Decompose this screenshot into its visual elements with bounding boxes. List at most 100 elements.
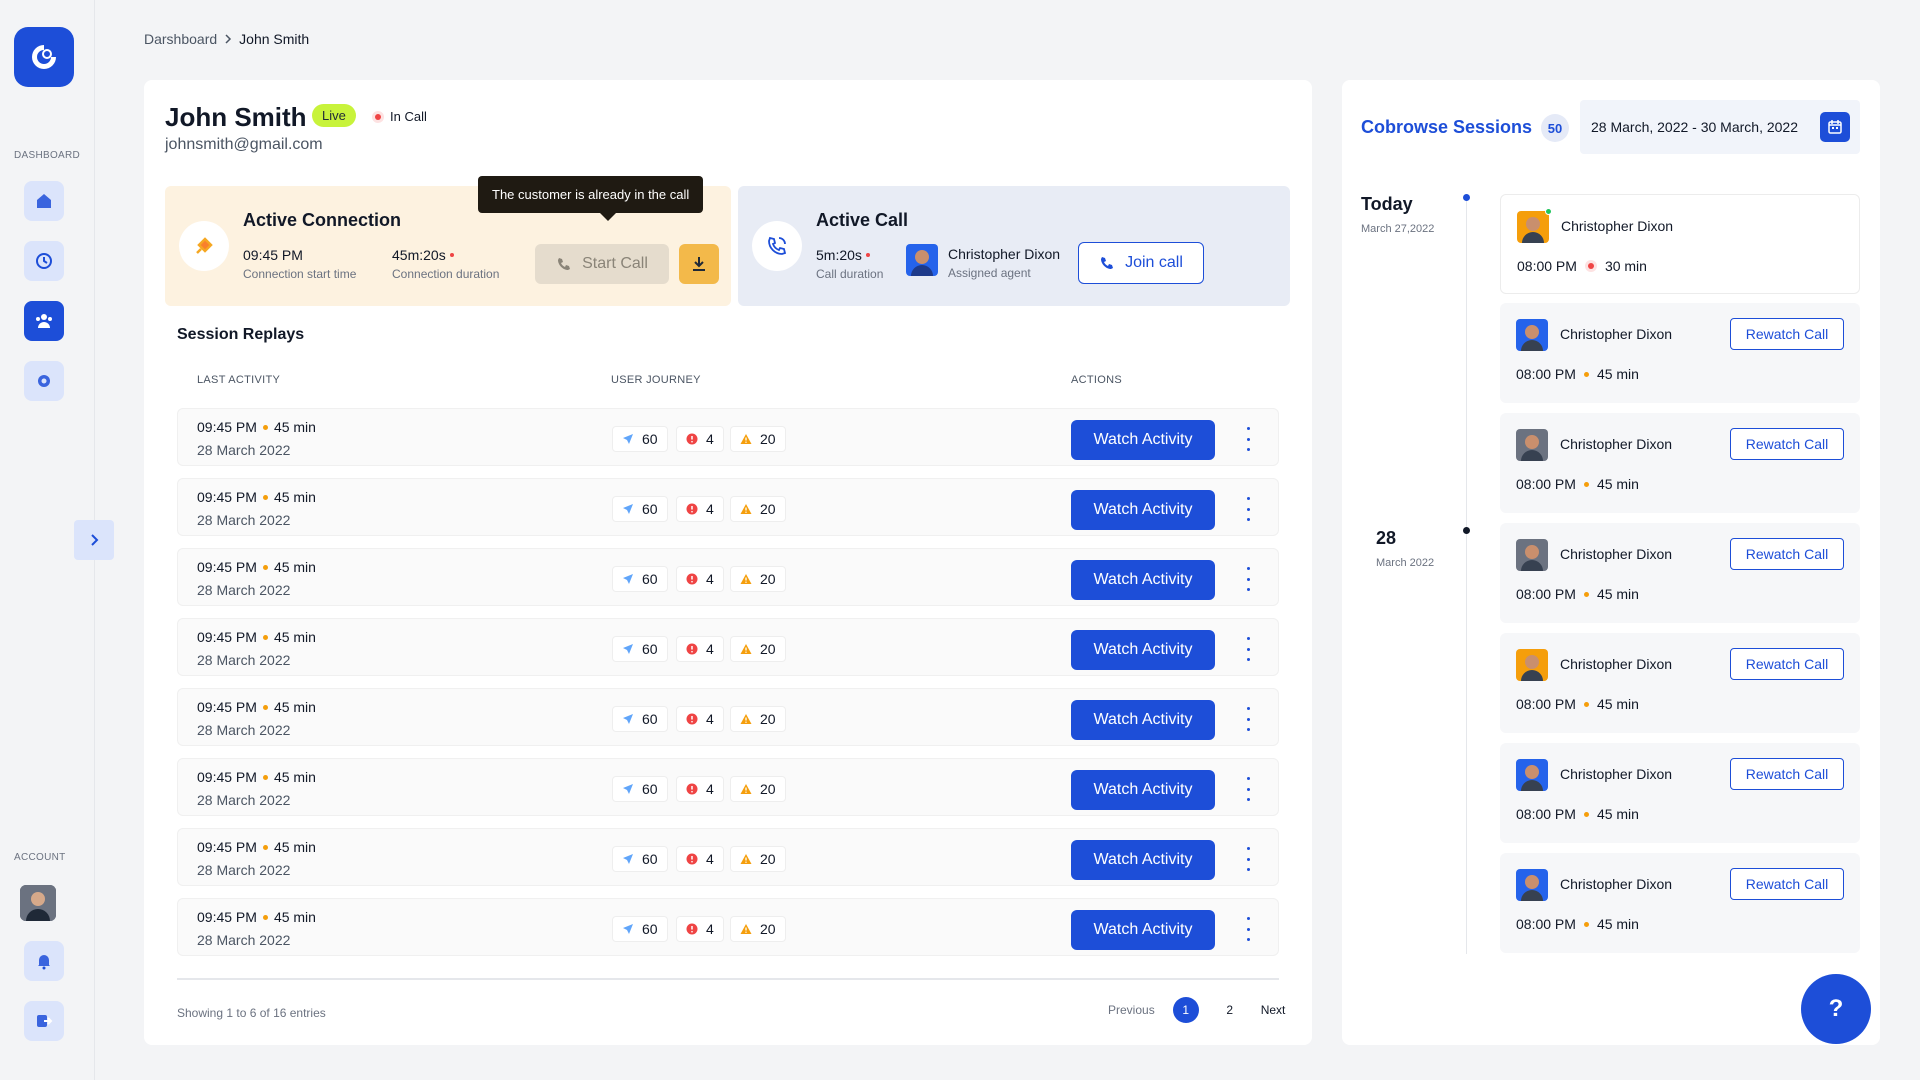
agent-avatar [906, 244, 938, 276]
date-range-picker[interactable]: 28 March, 2022 - 30 March, 2022 [1580, 100, 1860, 154]
join-call-button[interactable]: Join call [1078, 242, 1204, 284]
errors-count: 4 [706, 501, 714, 517]
rewatch-call-button[interactable]: Rewatch Call [1730, 318, 1844, 350]
notifications-button[interactable] [24, 941, 64, 981]
users-icon [36, 314, 52, 328]
watch-activity-button[interactable]: Watch Activity [1071, 700, 1215, 740]
more-options-icon[interactable] [1242, 777, 1254, 801]
calendar-icon [1828, 120, 1842, 134]
row-duration: 45 min [273, 559, 316, 575]
more-options-icon[interactable] [1242, 567, 1254, 591]
cobrowse-session-card: Christopher Dixon 08:00 PM 45 min Rewatch C… [1500, 633, 1860, 733]
row-date: 28 March 2022 [197, 442, 291, 458]
rewatch-call-button[interactable]: Rewatch Call [1730, 758, 1844, 790]
rewatch-call-button[interactable]: Rewatch Call [1730, 648, 1844, 680]
watch-activity-button[interactable]: Watch Activity [1071, 630, 1215, 670]
breadcrumb-root[interactable]: Darshboard [144, 31, 217, 47]
error-icon [686, 503, 698, 515]
agent-avatar [1516, 869, 1548, 901]
more-options-icon[interactable] [1242, 917, 1254, 941]
plug-icon [196, 237, 213, 254]
dot-icon [262, 634, 268, 640]
watch-activity-button[interactable]: Watch Activity [1071, 910, 1215, 950]
clicks-chip: 60 [612, 426, 668, 452]
clicks-chip: 60 [612, 916, 668, 942]
errors-chip: 4 [676, 706, 724, 732]
showing-entries: Showing 1 to 6 of 16 entries [177, 1006, 326, 1020]
row-date: 28 March 2022 [197, 512, 291, 528]
recording-dot-icon [372, 110, 384, 123]
sidebar-item-settings[interactable] [24, 361, 64, 401]
call-status: In Call [372, 109, 427, 124]
session-time: 08:00 PM [1516, 806, 1576, 822]
watch-activity-button[interactable]: Watch Activity [1071, 840, 1215, 880]
row-duration: 45 min [273, 419, 316, 435]
warnings-count: 20 [760, 781, 776, 797]
watch-activity-button[interactable]: Watch Activity [1071, 490, 1215, 530]
live-dot-icon [449, 253, 454, 257]
session-duration: 45 min [1596, 696, 1639, 712]
watch-activity-button[interactable]: Watch Activity [1071, 560, 1215, 600]
live-badge: Live [312, 104, 356, 127]
session-duration: 45 min [1596, 806, 1639, 822]
row-time-wrap: 09:45 PM 45 min [197, 909, 316, 925]
row-time: 09:45 PM [197, 839, 257, 855]
connection-duration-label: Connection duration [392, 267, 500, 281]
logout-button[interactable] [24, 1001, 64, 1041]
sidebar-item-history[interactable] [24, 241, 64, 281]
row-time: 09:45 PM [197, 629, 257, 645]
row-time-wrap: 09:45 PM 45 min [197, 699, 316, 715]
warnings-chip: 20 [730, 776, 786, 802]
rewatch-call-button[interactable]: Rewatch Call [1730, 428, 1844, 460]
more-options-icon[interactable] [1242, 847, 1254, 871]
row-duration: 45 min [273, 769, 316, 785]
error-icon [686, 923, 698, 935]
table-row: 09:45 PM 45 min 28 March 2022 60 4 20 Watch Ac… [177, 828, 1279, 886]
warnings-chip: 20 [730, 496, 786, 522]
call-status-text: In Call [390, 109, 427, 124]
errors-chip: 4 [676, 426, 724, 452]
table-row: 09:45 PM 45 min 28 March 2022 60 4 20 Watch Ac… [177, 408, 1279, 466]
online-indicator [1545, 208, 1552, 215]
help-button[interactable]: ? [1801, 974, 1871, 1044]
errors-count: 4 [706, 851, 714, 867]
pagination-next[interactable]: Next [1261, 1003, 1286, 1017]
sidebar-item-home[interactable] [24, 181, 64, 221]
clicks-chip: 60 [612, 846, 668, 872]
row-date: 28 March 2022 [197, 582, 291, 598]
app-logo[interactable] [14, 27, 74, 87]
dashboard-section-label: DASHBOARD [14, 150, 81, 161]
warnings-chip: 20 [730, 916, 786, 942]
agent-avatar [1516, 539, 1548, 571]
rewatch-call-button[interactable]: Rewatch Call [1730, 538, 1844, 570]
pagination-page-1[interactable]: 1 [1172, 997, 1199, 1023]
more-options-icon[interactable] [1242, 637, 1254, 661]
calendar-button[interactable] [1820, 112, 1850, 142]
watch-activity-button[interactable]: Watch Activity [1071, 770, 1215, 810]
rewatch-call-button[interactable]: Rewatch Call [1730, 868, 1844, 900]
errors-chip: 4 [676, 846, 724, 872]
row-time: 09:45 PM [197, 559, 257, 575]
pagination-previous[interactable]: Previous [1108, 1003, 1155, 1017]
connection-duration: 45m:20s [392, 247, 446, 263]
watch-activity-button[interactable]: Watch Activity [1071, 420, 1215, 460]
user-avatar[interactable] [20, 885, 56, 921]
more-options-icon[interactable] [1242, 427, 1254, 451]
clicks-count: 60 [642, 781, 658, 797]
session-time-wrap: 08:00 PM 45 min [1516, 476, 1639, 492]
agent-avatar [1517, 211, 1549, 243]
table-row: 09:45 PM 45 min 28 March 2022 60 4 20 Watch Ac… [177, 758, 1279, 816]
session-duration: 45 min [1596, 586, 1639, 602]
row-time: 09:45 PM [197, 699, 257, 715]
sidebar-item-users[interactable] [24, 301, 64, 341]
expand-sidebar-button[interactable] [74, 520, 114, 560]
more-options-icon[interactable] [1242, 497, 1254, 521]
download-button[interactable] [679, 244, 719, 284]
pagination-page-2[interactable]: 2 [1217, 997, 1243, 1023]
account-section-label: ACCOUNT [14, 852, 66, 863]
start-call-button[interactable]: Start Call [535, 244, 669, 284]
more-options-icon[interactable] [1242, 707, 1254, 731]
warnings-count: 20 [760, 711, 776, 727]
column-header-last-activity: LAST ACTIVITY [197, 374, 281, 386]
table-row: 09:45 PM 45 min 28 March 2022 60 4 20 Watch Ac… [177, 548, 1279, 606]
